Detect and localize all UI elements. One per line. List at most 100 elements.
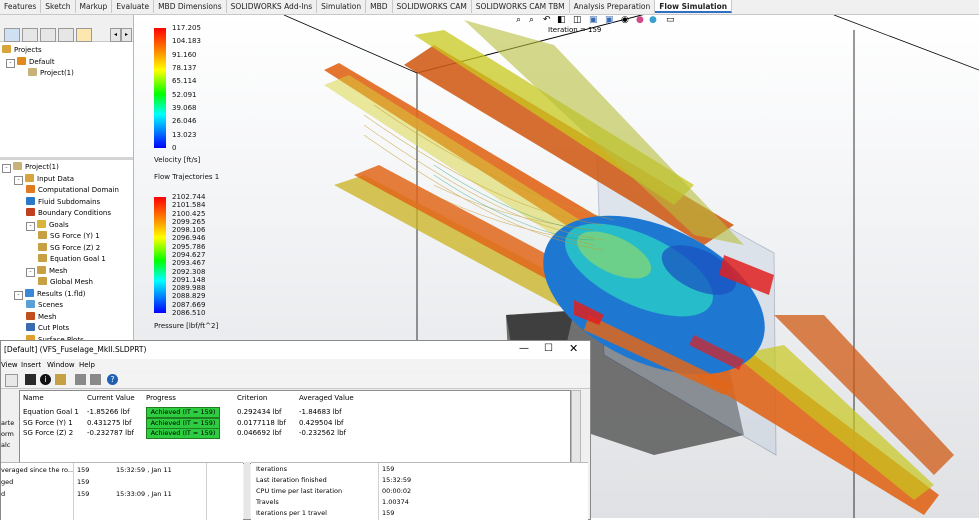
tab-features[interactable]: Features [0,0,42,13]
table-row[interactable]: Travels 1.00374 [251,497,588,508]
flow-simulation-tab-icon[interactable] [76,28,92,42]
column-header-name[interactable]: Name [23,394,44,402]
property-manager-tab-icon[interactable] [22,28,38,42]
velocity-tick: 13.023 [172,130,197,139]
insert-plot-icon[interactable] [75,374,86,385]
tree-item-project[interactable]: Project(1) [28,68,74,79]
pressure-tick: 2102.744 [172,193,206,201]
column-header-criterion[interactable]: Criterion [237,394,267,402]
table-row[interactable]: Iterations per 1 travel 159 [251,508,588,519]
appearance-icon[interactable]: ● [636,15,644,25]
collapse-icon[interactable]: - [2,164,11,173]
tab-analysis-preparation[interactable]: Analysis Preparation [570,0,656,13]
tab-flow-simulation[interactable]: Flow Simulation [655,0,733,13]
tree-item-projects[interactable]: Projects [2,45,42,56]
tree-item-scenes[interactable]: Scenes [26,300,63,311]
collapse-icon[interactable]: - [14,290,23,300]
tab-evaluate[interactable]: Evaluate [112,0,155,13]
table-row[interactable]: CPU time per last iteration 00:00:02 [251,486,588,497]
close-icon[interactable]: ✕ [569,342,578,355]
menu-view[interactable]: View [1,361,18,369]
tree-node-icon [37,219,46,228]
dialog-titlebar[interactable]: [Default] (VFS_Fuselage_MkII.SLDPRT) — ☐… [1,341,590,360]
tree-item-input-data[interactable]: - Input Data [14,173,74,185]
cell-value: 159 [77,478,90,486]
dynamic-annotation-icon[interactable]: ◫ [573,15,582,25]
heads-up-view-toolbar: ⌕ ⌕ ↶ ◧ ◫ ▣ ▣ ◉ ● ● ▭ [516,15,716,27]
cell-criterion: 0.0177118 lbf [237,418,286,427]
table-row[interactable]: Equation Goal 1 -1.85266 lbf Achieved (IT … [20,407,568,418]
previous-view-icon[interactable]: ↶ [543,15,551,25]
save-icon[interactable] [25,374,36,385]
menu-window[interactable]: Window [47,361,75,369]
tree-item-computational-domain[interactable]: Computational Domain [26,185,119,196]
pin-icon[interactable] [5,374,18,387]
goals-scrollbar[interactable] [571,390,581,464]
tab-scroll-left-icon[interactable]: ◂ [110,28,121,42]
menu-insert[interactable]: Insert [21,361,41,369]
tree-item-sg-force-z-2[interactable]: SG Force (Z) 2 [38,242,100,254]
tree-item-equation-goal-1[interactable]: Equation Goal 1 [38,254,106,265]
table-row[interactable]: Iterations 159 [251,464,588,475]
scene-icon[interactable]: ● [649,15,657,25]
help-icon[interactable]: ? [107,374,118,385]
tree-item-cut-plots[interactable]: Cut Plots [26,323,69,334]
table-row[interactable]: SG Force (Z) 2 -0.232787 lbf Achieved (IT … [20,428,568,439]
pressure-tick: 2096.946 [172,234,206,243]
view-orientation-icon[interactable]: ▣ [589,15,598,25]
tree-item-global-mesh[interactable]: Global Mesh [38,277,93,288]
menu-help[interactable]: Help [79,361,95,369]
column-header-progress[interactable]: Progress [146,394,176,402]
tab-scroll-right-icon[interactable]: ▸ [121,28,132,42]
config-manager-tab-icon[interactable] [40,28,56,42]
display-style-icon[interactable]: ▣ [605,15,614,25]
cell-criterion: 0.292434 lbf [237,408,282,416]
minimize-icon[interactable]: — [519,343,529,354]
tab-markup[interactable]: Markup [76,0,113,13]
tree-node-icon [26,208,35,216]
cell-label: Travels [256,498,279,506]
pane-splitter[interactable] [0,157,133,160]
tab-mbd[interactable]: MBD [366,0,393,13]
tree-item-mesh[interactable]: Mesh [26,311,56,323]
collapse-icon[interactable]: - [26,267,35,277]
pressure-tick: 2093.467 [172,259,206,268]
cell-current: -1.85266 lbf [87,408,130,416]
tree-item-mesh[interactable]: - Mesh [26,265,67,277]
preview-icon[interactable] [90,374,101,385]
maximize-icon[interactable]: ☐ [544,343,553,354]
splitter[interactable] [244,462,250,519]
tab-mbd-dimensions[interactable]: MBD Dimensions [154,0,227,13]
tab-solidworks-cam-tbm[interactable]: SOLIDWORKS CAM TBM [472,0,570,13]
collapse-icon[interactable]: - [6,59,15,68]
hide-show-icon[interactable]: ◉ [621,15,629,25]
tree-item-results-1-fld-[interactable]: - Results (1.fld) [14,288,86,300]
tree-item-sg-force-y-1[interactable]: SG Force (Y) 1 [38,231,100,242]
section-view-icon[interactable]: ◧ [557,15,566,25]
tree-item-boundary-conditions[interactable]: Boundary Conditions [26,208,111,219]
column-header-current-value[interactable]: Current Value [87,394,135,402]
tab-solidworks-cam[interactable]: SOLIDWORKS CAM [393,0,472,13]
tree-item-project-1-[interactable]: - Project(1) [2,162,59,173]
tree-item-default[interactable]: - Default [6,57,55,68]
info-icon[interactable]: i [40,374,51,385]
tab-simulation[interactable]: Simulation [317,0,367,13]
zoom-to-fit-icon[interactable]: ⌕ [516,15,521,25]
column-header-averaged-value[interactable]: Averaged Value [299,394,354,402]
table-row[interactable]: Last iteration finished 15:32:59 [251,475,588,486]
goals-icon[interactable] [55,374,66,385]
feature-tree-tab-icon[interactable] [4,28,20,42]
zoom-area-icon[interactable]: ⌕ [529,15,534,25]
tree-item-fluid-subdomains[interactable]: Fluid Subdomains [26,196,100,208]
tab-solidworks-add-ins[interactable]: SOLIDWORKS Add-Ins [227,0,318,13]
table-row[interactable]: SG Force (Y) 1 0.431275 lbf Achieved (IT =… [20,417,568,429]
solver-monitor-window[interactable]: [Default] (VFS_Fuselage_MkII.SLDPRT) — ☐… [0,340,591,520]
tree-item-goals[interactable]: - Goals [26,219,69,231]
dimxpert-tab-icon[interactable] [58,28,74,42]
velocity-tick: 65.114 [172,77,197,86]
collapse-icon[interactable]: - [14,175,23,185]
tab-sketch[interactable]: Sketch [41,0,76,13]
dialog-menubar: View Insert Window Help [1,359,590,371]
view-settings-icon[interactable]: ▭ [666,15,675,25]
collapse-icon[interactable]: - [26,221,35,231]
